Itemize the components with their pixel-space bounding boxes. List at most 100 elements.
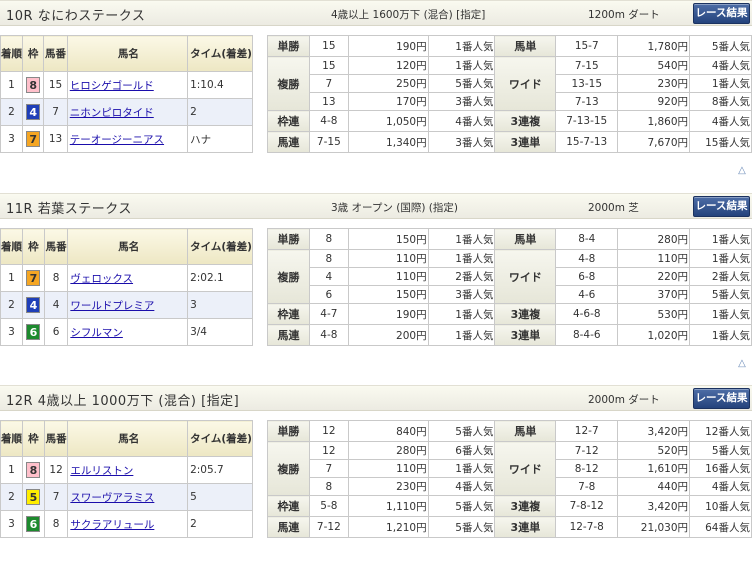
horse-name-link[interactable]: サクラアリュール [70,519,154,531]
label-wakuren: 枠連 [267,495,310,517]
finish-time: 3/4 [187,318,253,346]
waku-cell: 7 [21,125,45,153]
horse-name-link[interactable]: シフルマン [70,327,123,339]
col-time-header: タイム(着差) [187,35,253,72]
sanrenpuku-combination: 7-13-15 [555,110,619,132]
umatan-payout: 1,780円 [617,35,691,57]
waku-cell: 6 [22,318,45,346]
sanrenpuku-popularity: 1番人気 [689,303,752,325]
label-wide: ワイド [494,249,557,304]
sanrenpuku-popularity: 4番人気 [689,110,752,132]
payout-table: 単勝 8 150円 1番人気 馬単 8-4 280円 1番人気 複勝 8 110円 1番人気 ワイド 4-… [267,228,752,346]
col-waku-header-text: 枠 [28,240,39,253]
tansho-combination: 8 [308,228,349,250]
label-sanrenpuku: 3連複 [494,495,557,517]
fukusho-payout: 110円 [347,267,429,286]
fukusho-popularity: 3番人気 [427,92,496,111]
payout-table: 単勝 12 840円 5番人気 馬単 12-7 3,420円 12番人気 複勝 12 280円 6番人… [267,420,752,538]
wide-payout: 1,610円 [617,459,691,478]
waku-cell: 4 [21,98,45,126]
label-tansho: 単勝 [267,228,310,250]
umaren-payout: 200円 [347,324,429,346]
horse-name-link[interactable]: エルリストン [70,465,133,477]
horse-name-link[interactable]: ヒロシゲゴールド [70,80,154,92]
waku-badge: 6 [26,516,41,532]
horse-name-link[interactable]: テーオージーニアス [70,134,164,146]
finish-position: 1 [0,456,23,484]
col-waku-header-text: 枠 [27,47,39,60]
waku-badge: 4 [26,104,41,120]
tansho-payout: 840円 [347,420,429,442]
wide-combination: 13-15 [555,74,619,93]
horse-name-link[interactable]: ワールドプレミア [70,300,154,312]
wide-combination: 6-8 [555,267,619,286]
col-time-header-text: タイム(着差) [190,47,252,60]
up-triangle-icon[interactable]: △ [736,166,748,176]
up-triangle-icon[interactable]: △ [736,359,748,369]
waku-cell: 7 [22,264,45,292]
horse-number: 13 [43,125,68,153]
fukusho-payout: 170円 [347,92,429,111]
payout-row: 枠連 5-8 1,110円 5番人気 3連複 7-8-12 3,420円 10番人気 [267,495,752,517]
col-umaban-header-text: 馬番 [45,47,67,60]
fukusho-popularity: 3番人気 [427,285,496,304]
payout-row: 馬連 7-15 1,340円 3番人気 3連単 15-7-13 7,670円 15番人気 [267,131,752,153]
wakuren-combination: 5-8 [308,495,349,517]
label-umatan: 馬単 [494,35,557,57]
race-result-button[interactable]: レース結果 [693,388,750,409]
label-sanrentan: 3連単 [494,131,557,153]
tansho-payout: 190円 [347,35,429,57]
sanrentan-payout: 7,670円 [617,131,691,153]
umaren-payout: 1,340円 [347,131,429,153]
waku-cell: 4 [22,291,45,319]
finishers-header-row: 着順枠馬番 馬名 タイム(着差) [0,35,253,72]
wide-payout: 540円 [617,56,691,75]
waku-badge: 7 [26,131,41,147]
fukusho-combination: 8 [308,477,349,496]
wide-combination: 8-12 [555,459,619,478]
col-umaban-header: 馬番 [43,35,68,72]
race-course: 1200m ダート [588,9,660,21]
label-fukusho: 複勝 [267,249,310,304]
col-finish-header: 着順 [0,228,23,265]
col-horse-header-text: 馬名 [118,432,140,445]
payout-row: 馬連 4-8 200円 1番人気 3連単 8-4-6 1,020円 1番人気 [267,324,752,346]
horse-name-link[interactable]: スワーヴアラミス [70,492,154,504]
label-sanrentan: 3連単 [494,324,557,346]
col-waku-header: 枠 [22,420,45,457]
wide-payout: 440円 [617,477,691,496]
sanrentan-combination: 8-4-6 [555,324,619,346]
fukusho-combination: 12 [308,441,349,460]
sanrentan-popularity: 1番人気 [689,324,752,346]
fukusho-combination: 6 [308,285,349,304]
race-course: 2000m 芝 [588,202,639,214]
horse-number: 7 [43,98,68,126]
horse-name-link[interactable]: ニホンピロタイド [70,107,154,119]
finisher-row: 3 6 8 サクラアリュール 2 [0,510,253,538]
finish-position: 1 [0,71,23,99]
horse-name-cell: ワールドプレミア [67,291,189,319]
payout-row: 枠連 4-8 1,050円 4番人気 3連複 7-13-15 1,860円 4番人気 [267,110,752,132]
label-wide: ワイド [494,56,557,111]
sanrentan-payout: 1,020円 [617,324,691,346]
wakuren-popularity: 4番人気 [427,110,496,132]
horse-number: 4 [43,291,69,319]
label-wakuren: 枠連 [267,110,310,132]
wide-payout: 220円 [617,267,691,286]
race-conditions: 4歳以上 1600万下 (混合) [指定] [331,9,486,21]
label-wakuren: 枠連 [267,303,310,325]
horse-name-link[interactable]: ヴェロックス [70,273,133,285]
wide-popularity: 4番人気 [689,477,752,496]
umatan-popularity: 12番人気 [689,420,752,442]
fukusho-popularity: 6番人気 [427,441,496,460]
umaren-combination: 7-12 [308,516,349,538]
col-finish-header: 着順 [0,420,23,457]
fukusho-payout: 250円 [347,74,429,93]
race-result-button[interactable]: レース結果 [693,3,750,24]
fukusho-combination: 7 [308,459,349,478]
race-result-button[interactable]: レース結果 [693,196,750,217]
wakuren-payout: 1,110円 [347,495,429,517]
col-umaban-header-text: 馬番 [45,240,67,253]
horse-name-cell: シフルマン [67,318,189,346]
wide-combination: 4-8 [555,249,619,268]
